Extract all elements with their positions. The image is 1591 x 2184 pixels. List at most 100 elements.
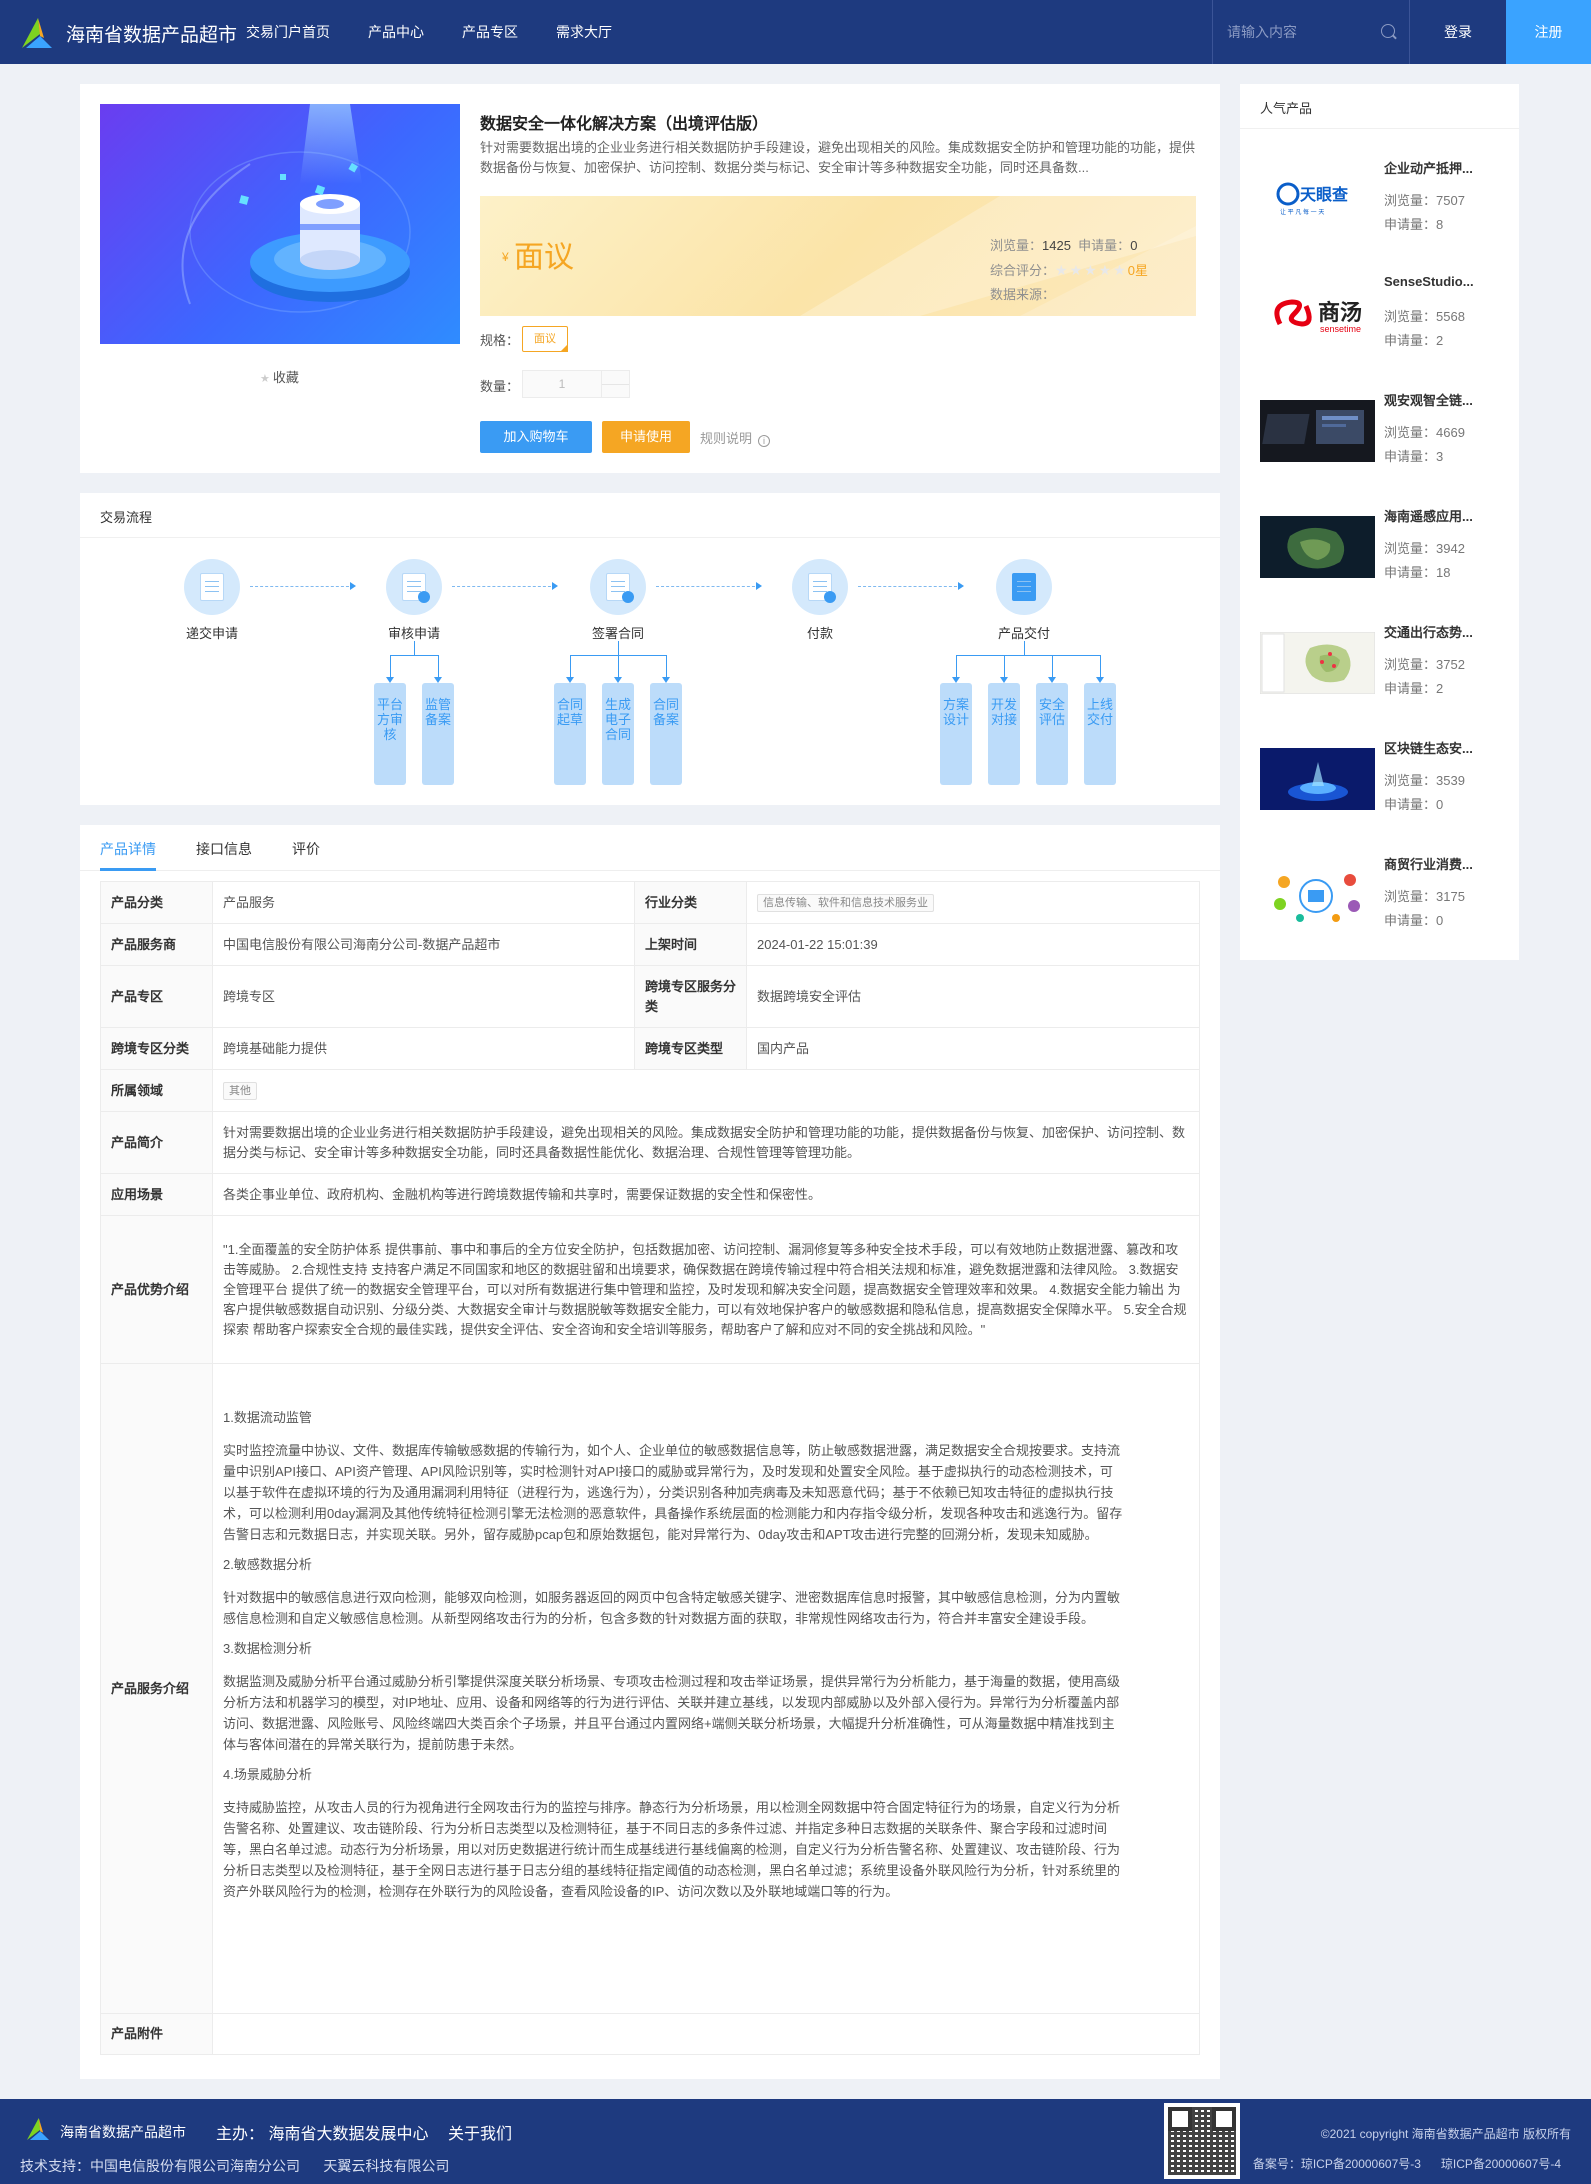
spec-option[interactable]: 面议	[522, 326, 568, 352]
popular-item-name: 海南遥感应用...	[1384, 509, 1473, 524]
table-row: 产品简介 针对需要数据出境的企业业务进行相关数据防护手段建设，避免出现相关的风险…	[101, 1112, 1199, 1174]
process-step-label: 递交申请	[185, 626, 238, 641]
product-title: 数据安全一体化解决方案（出境评估版）	[480, 116, 769, 133]
table-row: 所属领域 其他	[101, 1070, 1199, 1112]
search-box	[1212, 0, 1410, 64]
popular-item[interactable]: 区块链生态安... 浏览量：3539 申请量：0	[1260, 728, 1510, 818]
star-outline-icon: ★	[260, 373, 270, 385]
sub-step-contract-filing: 合同备案	[650, 683, 682, 785]
pen-icon	[622, 591, 634, 603]
spec-row: 规格： 面议	[480, 326, 568, 352]
popular-item[interactable]: 交通出行态势... 浏览量：3752 申请量：2	[1260, 612, 1510, 702]
attachment-cell	[213, 2014, 1199, 2054]
site-logo-icon[interactable]	[18, 14, 56, 52]
divider	[80, 537, 1220, 538]
active-tab-indicator	[100, 868, 156, 871]
sub-step-generate-contract: 生成电子合同	[602, 683, 634, 785]
popular-item[interactable]: 海南遥感应用... 浏览量：3942 申请量：18	[1260, 496, 1510, 586]
service-intro: 1.数据流动监管 实时监控流量中协议、文件、数据库传输敏感数据的传输行为，如个人…	[223, 1410, 1123, 1899]
product-stats: 浏览量：1425 申请量：0 综合评分：★★★★★0星 数据来源：	[990, 234, 1148, 307]
quantity-label: 数量：	[480, 379, 520, 394]
tianyancha-logo-text: 天眼查	[1300, 185, 1348, 204]
popular-item-views: 浏览量：3539	[1384, 773, 1465, 788]
nav-demand-hall[interactable]: 需求大厅	[556, 0, 612, 64]
popular-item-applies: 申请量：2	[1384, 333, 1444, 348]
detail-table: 产品分类 产品服务 行业分类 信息传输、软件和信息技术服务业 产品服务商 中国电…	[100, 881, 1200, 2055]
sub-step-go-live: 上线交付	[1084, 683, 1116, 785]
quantity-input[interactable]: 1	[522, 370, 602, 398]
register-button[interactable]: 注册	[1506, 0, 1591, 64]
icp-link[interactable]: 备案号：琼ICP备20000607号-3	[1253, 2157, 1421, 2171]
footer: 海南省数据产品超市 主办： 海南省大数据发展中心 关于我们 技术支持：中国电信股…	[0, 2099, 1591, 2184]
popular-item[interactable]: 天眼查 让 平 凡 每 一 天 企业动产抵押... 浏览量：7507 申请量：8	[1260, 148, 1510, 238]
process-step-payment	[792, 559, 852, 619]
process-step-contract	[590, 559, 650, 619]
quantity-stepper[interactable]	[602, 370, 630, 398]
popular-item-image	[1260, 748, 1375, 810]
user-icon	[418, 591, 430, 603]
popular-item-name: SenseStudio...	[1384, 274, 1474, 289]
process-step-label: 签署合同	[591, 626, 644, 641]
process-title: 交易流程	[100, 510, 153, 525]
table-row: 产品附件	[101, 2014, 1199, 2054]
table-row: 产品专区 跨境专区 跨境专区服务分类 数据跨境安全评估	[101, 966, 1199, 1028]
nav-product-zone[interactable]: 产品专区	[462, 0, 518, 64]
popular-item[interactable]: 商贸行业消费... 浏览量：3175 申请量：0	[1260, 844, 1510, 934]
favorite-label: 收藏	[272, 370, 299, 385]
spec-label: 规格：	[480, 333, 520, 348]
price-banner: ¥ 面议 浏览量：1425 申请量：0 综合评分：★★★★★0星 数据来源：	[480, 196, 1196, 316]
industry-tag: 信息传输、软件和信息技术服务业	[757, 893, 934, 912]
tab-interface-info[interactable]: 接口信息	[196, 839, 252, 859]
popular-item[interactable]: 商汤 sensetime SenseStudio... 浏览量：5568 申请量…	[1260, 264, 1510, 354]
process-step-review	[386, 559, 446, 619]
popular-item-views: 浏览量：5568	[1384, 309, 1465, 324]
main-nav: 交易门户首页 产品中心 产品专区 需求大厅	[246, 0, 650, 64]
tab-product-details[interactable]: 产品详情	[100, 839, 156, 859]
sub-step-draft-contract: 合同起草	[554, 683, 586, 785]
views-label: 浏览量：	[990, 238, 1043, 253]
sub-step-solution-design: 方案设计	[940, 683, 972, 785]
login-button[interactable]: 登录	[1410, 0, 1506, 64]
price-value: 面议	[514, 241, 574, 274]
process-step-submit	[184, 559, 244, 619]
popular-item-applies: 申请量：8	[1384, 217, 1444, 232]
apply-use-button[interactable]: 申请使用	[602, 421, 690, 453]
product-detail-panel: 产品详情 接口信息 评价 产品分类 产品服务 行业分类 信息传输、软件和信息技术…	[80, 825, 1220, 2079]
process-step-label: 付款	[806, 626, 833, 641]
table-row: 产品分类 产品服务 行业分类 信息传输、软件和信息技术服务业	[101, 882, 1199, 924]
popular-item[interactable]: 观安观智全链... 浏览量：4669 申请量：3	[1260, 380, 1510, 470]
rating-label: 综合评分：	[990, 263, 1056, 278]
top-nav-bar: 海南省数据产品超市 交易门户首页 产品中心 产品专区 需求大厅 登录 注册	[0, 0, 1591, 64]
nav-home[interactable]: 交易门户首页	[246, 0, 330, 64]
about-us-link[interactable]: 关于我们	[448, 2120, 512, 2144]
popular-products-panel: 人气产品 天眼查 让 平 凡 每 一 天 企业动产抵押... 浏览量：7507 …	[1240, 84, 1519, 960]
popular-item-name: 企业动产抵押...	[1384, 161, 1473, 176]
rules-label: 规则说明	[700, 431, 753, 446]
search-icon[interactable]	[1381, 24, 1395, 38]
rules-link[interactable]: 规则说明 i	[700, 428, 771, 447]
popular-item-applies: 申请量：2	[1384, 681, 1444, 696]
add-to-cart-button[interactable]: 加入购物车	[480, 421, 592, 453]
popular-item-name: 商贸行业消费...	[1384, 857, 1473, 872]
icp-link[interactable]: 琼ICP备20000607号-4	[1441, 2157, 1561, 2171]
table-row: 产品服务介绍 1.数据流动监管 实时监控流量中协议、文件、数据库传输敏感数据的传…	[101, 1364, 1199, 2014]
table-row: 跨境专区分类 跨境基础能力提供 跨境专区类型 国内产品	[101, 1028, 1199, 1070]
popular-item-image	[1260, 516, 1375, 578]
footer-host: 主办： 海南省大数据发展中心	[216, 2126, 429, 2143]
applies-count: 0	[1130, 238, 1138, 253]
tab-reviews[interactable]: 评价	[292, 839, 320, 859]
site-title[interactable]: 海南省数据产品超市	[66, 20, 237, 47]
transaction-process-panel: 交易流程 递交申请 审核申请 签署合同 付款 产品交付 平台方审核 监管备案 合…	[80, 493, 1220, 805]
search-input[interactable]	[1227, 20, 1367, 44]
product-summary-card: ★ 收藏 数据安全一体化解决方案（出境评估版） 针对需要数据出境的企业业务进行相关…	[80, 84, 1220, 473]
list-icon	[1012, 573, 1036, 601]
yuan-icon	[824, 591, 836, 603]
document-icon	[200, 573, 224, 601]
qr-code-icon	[1164, 2103, 1240, 2179]
rating-stars-icon: ★★★★★	[1055, 262, 1128, 278]
favorite-button[interactable]: ★ 收藏	[260, 367, 299, 386]
popular-item-name: 交通出行态势...	[1384, 625, 1473, 640]
nav-product-center[interactable]: 产品中心	[368, 0, 424, 64]
popular-item-views: 浏览量：3175	[1384, 889, 1465, 904]
footer-copyright: ©2021 copyright 海南省数据产品超市 版权所有	[1320, 2127, 1571, 2141]
